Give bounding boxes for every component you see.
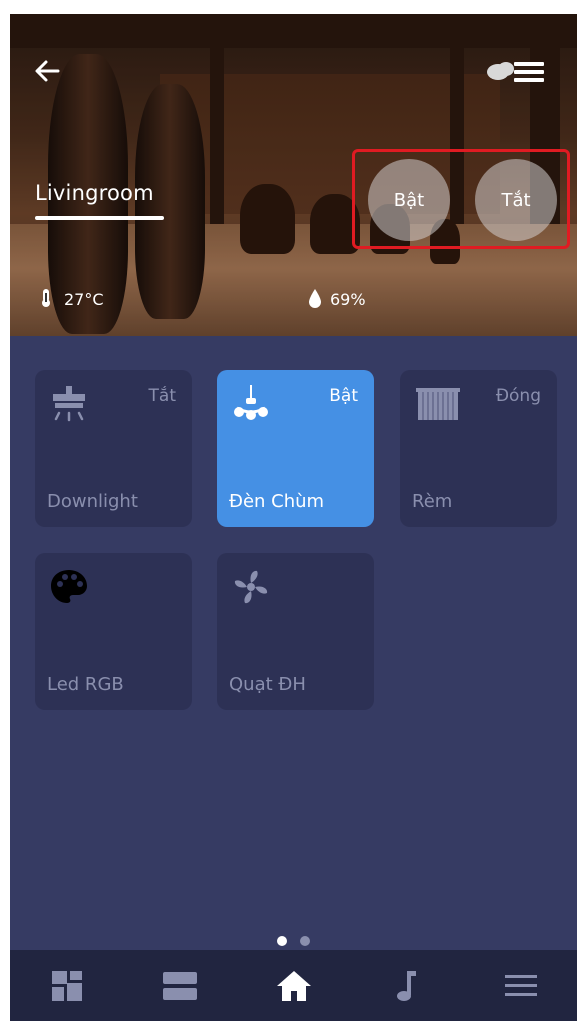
home-icon (276, 970, 311, 1001)
device-tile-led-rgb[interactable]: Led RGB (35, 553, 192, 710)
music-icon (396, 970, 416, 1001)
cloud-icon (487, 62, 544, 82)
thermometer-icon (42, 289, 50, 307)
device-tile-fan[interactable]: Quạt ĐH (217, 553, 374, 710)
device-name: Rèm (412, 491, 453, 512)
fan-icon (234, 570, 268, 604)
page-dot[interactable] (300, 936, 311, 946)
device-tile-chandelier[interactable]: Bật Đèn Chùm (217, 370, 374, 527)
device-name: Đèn Chùm (229, 491, 325, 512)
device-state: Bật (329, 386, 358, 406)
downlight-icon (53, 386, 85, 422)
back-arrow-icon[interactable] (32, 56, 62, 86)
nav-rooms[interactable] (123, 950, 236, 1021)
room-hero-image: Livingroom 27°C 69% Bật Tắt (10, 14, 577, 336)
nav-music[interactable] (350, 950, 463, 1021)
humidity-readout: 69% (308, 288, 366, 309)
rooms-icon (162, 971, 197, 1000)
room-title-underline (35, 216, 164, 220)
humidity-value: 69% (330, 290, 366, 309)
header-menu-button[interactable] (484, 58, 548, 84)
water-drop-icon (309, 289, 321, 308)
bottom-navigation (10, 950, 577, 1021)
device-tile-downlight[interactable]: Tắt Downlight (35, 370, 192, 527)
chandelier-icon (234, 385, 268, 420)
temperature-value: 27°C (64, 290, 104, 309)
dashboard-icon (51, 970, 82, 1001)
temperature-readout: 27°C (40, 288, 104, 309)
curtain-icon (416, 388, 460, 420)
app-screen: Livingroom 27°C 69% Bật Tắt Tắt Downligh… (10, 14, 577, 1021)
nav-home[interactable] (237, 950, 350, 1021)
page-indicator (10, 931, 577, 950)
device-name: Downlight (47, 491, 138, 512)
device-state: Tắt (148, 386, 176, 406)
turn-off-all-button[interactable]: Tắt (475, 159, 557, 241)
page-dot-active[interactable] (276, 936, 287, 946)
room-title: Livingroom (35, 181, 154, 205)
device-name: Quạt ĐH (229, 674, 306, 695)
nav-dashboard[interactable] (10, 950, 123, 1021)
turn-on-all-button[interactable]: Bật (368, 159, 450, 241)
device-name: Led RGB (47, 674, 124, 695)
device-state: Đóng (495, 386, 541, 406)
menu-icon (504, 974, 537, 996)
device-tile-curtain[interactable]: Đóng Rèm (400, 370, 557, 527)
nav-menu[interactable] (464, 950, 577, 1021)
palette-icon (51, 570, 87, 603)
